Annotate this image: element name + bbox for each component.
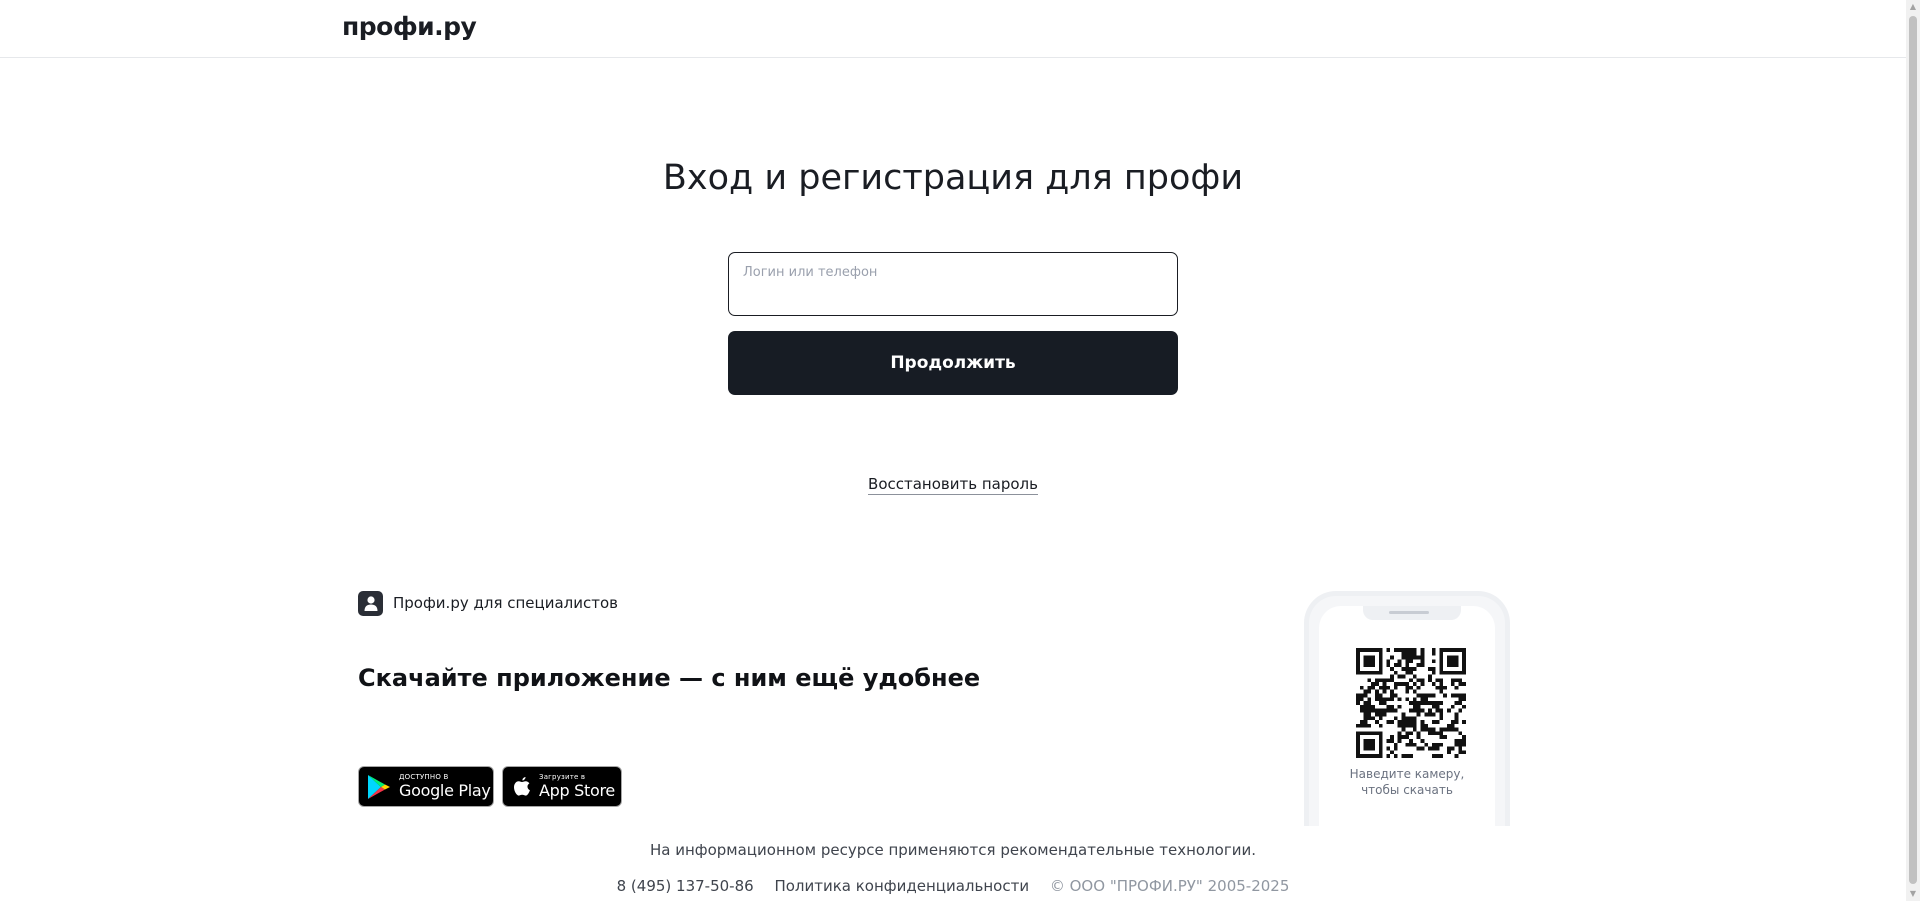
google-play-icon: [367, 774, 391, 800]
qr-code: [1356, 648, 1466, 758]
qr-hint-line-1: Наведите камеру,: [1349, 767, 1465, 781]
google-play-label: Google Play: [399, 781, 491, 800]
scroll-up-arrow-icon[interactable]: ▲: [1906, 0, 1920, 14]
restore-password-link[interactable]: Восстановить пароль: [868, 475, 1038, 495]
app-download-heading: Скачайте приложение — с ним ещё удобнее: [358, 664, 981, 692]
site-header: профи.ру: [0, 0, 1906, 58]
login-field[interactable]: Логин или телефон: [728, 252, 1178, 316]
phone-speaker: [1389, 611, 1429, 614]
page-scrollbar[interactable]: ▲ ▼: [1906, 0, 1920, 901]
qr-hint: Наведите камеру, чтобы скачать: [1319, 766, 1495, 798]
pro-badge[interactable]: Профи.ру для специалистов: [358, 590, 619, 616]
qr-hint-line-2: чтобы скачать: [1361, 783, 1453, 797]
footer-links: 8 (495) 137-50-86 Политика конфиденциаль…: [0, 877, 1906, 895]
copyright-text: © ООО "ПРОФИ.РУ" 2005-2025: [1049, 877, 1290, 895]
pro-badge-label: Профи.ру для специалистов: [393, 594, 619, 612]
scroll-thumb[interactable]: [1909, 16, 1917, 884]
phone-mockup: Наведите камеру, чтобы скачать: [1304, 591, 1510, 826]
footer-phone-link[interactable]: 8 (495) 137-50-86: [617, 877, 754, 895]
phone-notch: [1363, 606, 1461, 620]
user-icon: [358, 590, 383, 616]
login-field-label: Логин или телефон: [743, 265, 878, 280]
app-store-small-label: Загрузите в: [539, 773, 586, 781]
recommendation-notice: На информационном ресурсе применяются ре…: [649, 841, 1256, 859]
google-play-small-label: ДОСТУПНО В: [399, 773, 449, 781]
profi-logo[interactable]: профи.ру: [342, 12, 477, 41]
apple-icon: [513, 776, 531, 798]
continue-button[interactable]: Продолжить: [728, 331, 1178, 395]
phone-screen: Наведите камеру, чтобы скачать: [1319, 606, 1495, 826]
page-title: Вход и регистрация для профи: [662, 158, 1244, 198]
app-store-label: App Store: [539, 781, 615, 800]
restore-password-row: Восстановить пароль: [0, 475, 1906, 495]
google-play-button[interactable]: ДОСТУПНО В Google Play: [358, 766, 494, 807]
scroll-down-arrow-icon[interactable]: ▼: [1906, 887, 1920, 901]
app-store-button[interactable]: Загрузите в App Store: [502, 766, 622, 807]
login-input[interactable]: [742, 283, 1166, 309]
privacy-policy-link[interactable]: Политика конфиденциальности: [774, 877, 1029, 895]
